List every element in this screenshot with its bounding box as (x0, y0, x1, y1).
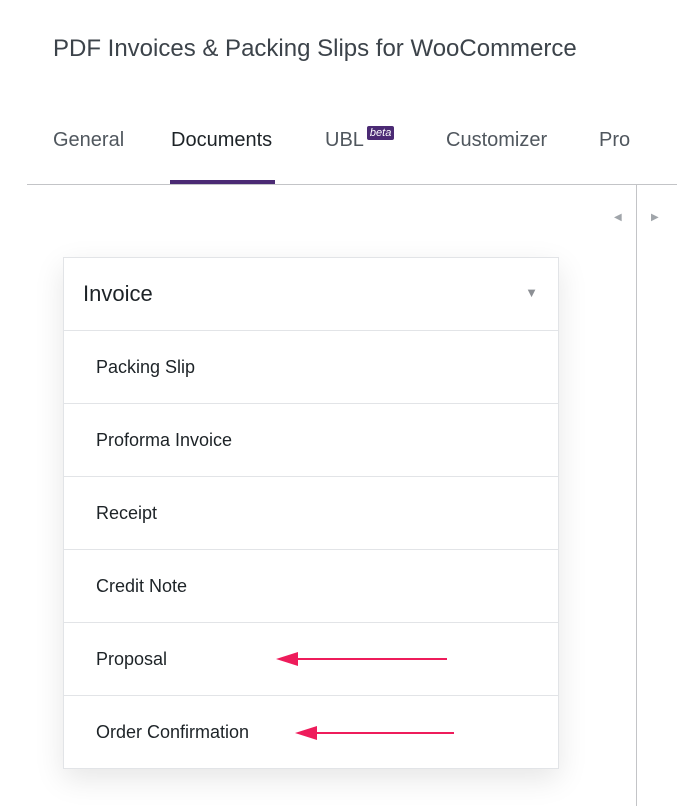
tab-documents[interactable]: Documents (171, 120, 272, 184)
vertical-divider (636, 185, 637, 806)
option-label: Proforma Invoice (96, 430, 233, 450)
tab-general[interactable]: General (53, 120, 124, 184)
triangle-down-icon: ▼ (525, 285, 538, 300)
option-credit-note[interactable]: Credit Note (64, 550, 558, 623)
option-proforma-invoice[interactable]: Proforma Invoice (64, 404, 558, 477)
option-receipt[interactable]: Receipt (64, 477, 558, 550)
annotation-arrow-proposal (276, 651, 448, 667)
option-label: Receipt (96, 503, 158, 523)
document-select[interactable]: Invoice ▼ (64, 258, 558, 331)
document-type-dropdown: Invoice ▼ Packing Slip Proforma Invoice … (63, 257, 559, 769)
triangle-left-icon[interactable]: ◀ (614, 211, 622, 225)
tab-documents-label: Documents (171, 129, 273, 151)
tab-ubl-label: UBL (325, 129, 364, 151)
tab-customizer-label: Customizer (446, 129, 548, 151)
option-packing-slip[interactable]: Packing Slip (64, 331, 558, 404)
selected-document: Invoice (83, 281, 153, 306)
tab-pro-label: Pro (599, 129, 631, 151)
triangle-right-icon[interactable]: ▶ (651, 211, 659, 225)
tab-general-label: General (53, 129, 125, 151)
option-label: Credit Note (96, 576, 188, 596)
annotation-arrow-order-confirmation (295, 725, 455, 741)
page-title: PDF Invoices & Packing Slips for WooComm… (53, 35, 577, 62)
tab-customizer[interactable]: Customizer (446, 120, 547, 184)
option-label: Packing Slip (96, 357, 196, 377)
option-label: Order Confirmation (96, 722, 250, 742)
tab-ubl[interactable]: UBL beta (325, 120, 395, 184)
beta-badge: beta (366, 126, 395, 140)
option-label: Proposal (96, 649, 168, 669)
settings-tabs: General Documents UBL beta Customizer Pro (0, 120, 677, 184)
tabs-divider (27, 184, 677, 185)
tab-pro[interactable]: Pro (599, 120, 630, 184)
